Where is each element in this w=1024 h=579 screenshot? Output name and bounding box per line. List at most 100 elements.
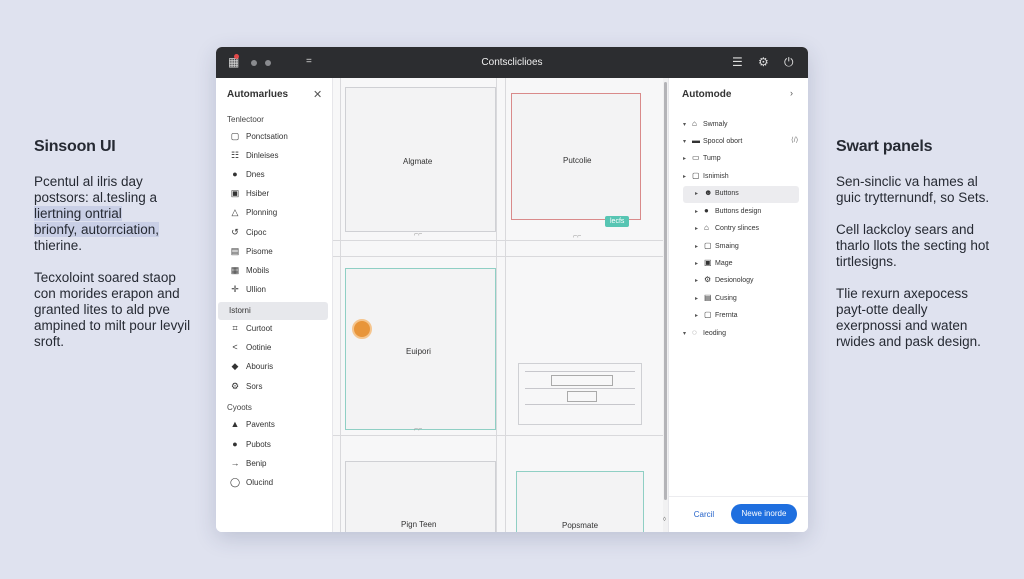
left-item-curtoot[interactable]: ⌗ Curtoot [228,323,328,339]
tree-item-contry-slinces[interactable]: ▸ ⌂ Contry slinces [695,223,759,238]
left-item-cipoc[interactable]: ↺ Cipoc [228,227,328,243]
canvas-frame-2[interactable]: Putcolie [511,93,641,220]
right-paragraph-1: Sen-sinclic va hames al guic trytternund… [836,174,990,205]
left-item-ullion[interactable]: ✛ Ullion [228,284,328,300]
close-icon[interactable]: ✕ [313,88,322,101]
triangle-icon: △ [231,207,239,217]
chevron-right-icon[interactable]: › [790,88,793,98]
dot-icon: ● [232,439,238,449]
avatar[interactable] [352,319,372,339]
selection-tag[interactable]: lecfs [605,216,630,227]
left-item-dinleises[interactable]: ☷ Dinleises [228,150,328,166]
page-icon: ▢ [230,131,240,141]
left-item-label: Mobils [246,266,270,275]
chevron-right-icon[interactable]: ▸ [695,208,704,215]
left-item-pavents[interactable]: ▲ Pavents [228,419,328,435]
left-item-label: Dinleises [246,151,279,160]
canvas-frame-6[interactable]: Popsmate [516,471,644,532]
left-item-pubots[interactable]: ● Pubots [228,439,328,455]
tree-item-cusing[interactable]: ▸ ▤ Cusing [695,293,737,308]
lock-icon: ⌂ [692,119,697,128]
left-paragraph-2: Tecxoloint soared staop con morides erap… [34,270,191,349]
arrow-icon: → [230,458,240,468]
list-icon: ☷ [230,150,240,160]
tree-item-frernta[interactable]: ▸ ▢ Frernta [695,310,738,325]
left-item-plonning[interactable]: △ Plonning [228,207,328,223]
left-line-3: liertning ontrial [34,206,122,221]
chevron-right-icon[interactable]: ▸ [695,277,704,284]
tree-item-tump[interactable]: ▸ ▭ Tump [683,153,721,168]
left-item-label: Benip [246,459,267,468]
settings-icon[interactable]: ⚙ [758,55,769,69]
frame-label: Euipori [406,347,431,356]
power-icon[interactable]: ⏻ [784,55,794,69]
left-item-label: Pubots [246,440,271,449]
hamburger-icon[interactable]: ☰ [732,55,743,69]
left-item-label: Abouris [246,362,274,371]
tree-item-isnimish[interactable]: ▸ ▢ Isnimish [683,171,729,186]
frame-label: Putcolie [563,156,592,165]
new-mode-button[interactable]: Newe inorde [731,504,797,524]
left-item-ootinie[interactable]: < Ootinie [228,342,328,358]
guide-line [340,78,341,532]
chevron-right-icon[interactable]: ▸ [695,243,704,250]
chevron-down-icon[interactable]: ▾ [683,121,692,128]
code-icon[interactable]: ⟨/⟩ [791,136,798,144]
tree-item-swmaly[interactable]: ▾ ⌂ Swmaly [683,119,728,134]
gear-icon: ⚙ [230,381,240,391]
frame-label: Algmate [403,157,433,166]
frame-handle-icon[interactable]: ⌐⌐ [414,231,422,238]
chevron-right-icon[interactable]: ▸ [683,173,692,180]
left-item-dnes[interactable]: ● Dnes [228,169,328,185]
frame-icon: ▢ [704,241,712,250]
tree-item-ieoding[interactable]: ▾ ◌ Ieoding [683,328,726,343]
canvas-frame-1[interactable]: Algmate [345,87,496,232]
left-item-mobils[interactable]: ▦ Mobils [228,265,328,281]
left-item-sors[interactable]: ⚙ Sors [228,381,328,397]
frame-control[interactable] [551,375,613,386]
canvas-frame-5[interactable]: Pign Teen [345,461,496,532]
chevron-right-icon[interactable]: ▸ [695,190,704,197]
tree-item-desionology[interactable]: ▸ ⚙ Desionology [695,275,754,290]
left-item-abouris[interactable]: ◆ Abouris [228,361,328,377]
tree-item-buttons[interactable]: ▸ ☻ Buttons [683,186,799,203]
tree-item-label: Spocol obort [703,138,743,145]
chevron-down-icon[interactable]: ▾ [683,330,692,337]
grid-icon: ▦ [230,265,240,275]
left-line-1: Pcentul al ilris day [34,174,143,189]
left-item-olucind[interactable]: ◯ Olucind [228,477,328,493]
frame-control[interactable] [567,391,597,402]
canvas-frame-4[interactable] [518,363,642,425]
chevron-right-icon[interactable]: ▸ [695,295,704,302]
scroll-arrow-icon[interactable]: ◊ [663,517,666,523]
chevron-right-icon[interactable]: ▸ [695,225,704,232]
window-title: Contscliclioes [481,57,543,68]
frame-handle-icon[interactable]: ⌐⌐ [573,233,581,240]
frame-handle-icon[interactable]: ⌐⌐ [414,426,422,433]
left-item-benip[interactable]: → Benip [228,458,328,474]
left-item-ponctsation[interactable]: ▢ Ponctsation [228,131,328,147]
chevron-right-icon[interactable]: ▸ [695,260,704,267]
chevron-right-icon[interactable]: ▸ [695,312,704,319]
lock-icon: ⌂ [704,223,709,232]
app-window: ▦ = Contscliclioes ☰ ⚙ ⏻ Automarlues ✕ T… [216,47,808,532]
left-item-label: Pavents [246,420,275,429]
left-item-pisome[interactable]: ▤ Pisome [228,246,328,262]
cancel-button[interactable]: Carcil [686,506,722,524]
left-item-hsiber[interactable]: ▣ Hsiber [228,188,328,204]
left-item-label: Ootinie [246,343,272,352]
active-section-istorni[interactable]: Istorni [218,302,328,320]
guide-line [333,435,663,436]
tree-item-buttons-design[interactable]: ▸ ● Buttons design [695,206,761,221]
left-copy-block: Sinsoon UI Pcentul al ilris day postsors… [34,138,199,366]
tree-item-spocol-obort[interactable]: ▾ ▬ Spocol obort ⟨/⟩ [683,136,803,151]
section-label-top: Tenlectoor [227,115,264,124]
tree-item-smaing[interactable]: ▸ ▢ Smaing [695,241,739,256]
canvas-frame-3[interactable]: Euipori [345,268,496,430]
right-paragraph-3: Tlie rexurn axepocess payt-otte deally e… [836,286,981,349]
scroll-thumb[interactable] [664,82,667,500]
chevron-down-icon[interactable]: ▾ [683,138,692,145]
chevron-right-icon[interactable]: ▸ [683,155,692,162]
design-canvas[interactable]: Algmate ⌐⌐ Putcolie lecfs ⌐⌐ Euipori ⌐⌐ … [333,78,663,532]
tree-item-mage[interactable]: ▸ ▣ Mage [695,258,733,273]
